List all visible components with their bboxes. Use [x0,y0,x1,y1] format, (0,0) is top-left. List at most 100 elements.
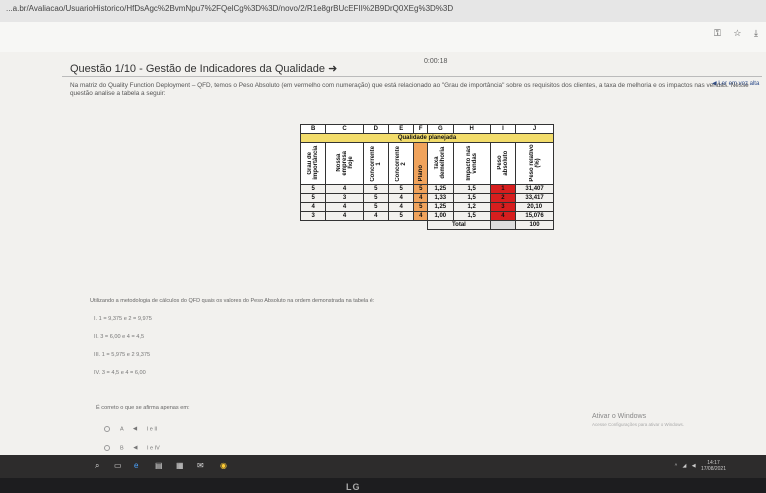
table-cell: 5 [362,201,390,212]
table-cell: 4 [362,210,390,221]
table-row: 4 4 5 4 5 1,25 1,2 3 20,10 [299,201,554,212]
column-letter: G [427,124,454,134]
chrome-icon[interactable]: ◉ [220,461,227,470]
table-cell: 4 [325,183,364,194]
column-letter: F [413,124,429,134]
star-icon[interactable]: ☆ [733,28,741,38]
folder-icon[interactable]: ▤ [155,461,163,470]
table-cell: 4 [325,201,364,212]
table-cell: 1,2 [452,201,491,212]
table-cell: 5 [387,183,415,194]
system-tray[interactable]: ^ ◢ ◀ 14:17 17/08/2021 [675,460,726,472]
column-letters-row: B C D E F G H I J [299,124,554,134]
statement-iii: III. 1 = 5,975 e 2 9,375 [94,352,151,358]
table-cell: 5 [299,183,327,194]
table-cell: 1,25 [427,201,454,212]
answer-letter: A [120,426,124,433]
edge-icon[interactable]: e [134,461,138,470]
table-cell: 5 [413,183,429,194]
search-icon[interactable]: ⌕ [95,461,99,471]
windows-activation-subtitle: Acesse Configurações para ativar o Windo… [592,422,685,427]
clock-date: 17/08/2021 [700,466,726,472]
table-cell: 15,076 [515,210,554,221]
address-bar[interactable]: ...a.br/Avaliacao/UsuarioHistorico/HfDsA… [0,0,766,23]
column-letter: C [325,124,364,134]
clock[interactable]: 14:17 17/08/2021 [701,460,726,472]
divider [62,76,762,77]
table-cell: 5 [299,192,327,203]
chevron-up-icon[interactable]: ^ [675,463,677,469]
timer: 0:00:18 [424,58,448,65]
question-paragraph: Na matriz do Quality Function Deployment… [70,82,749,97]
total-row: Total 100 [301,219,554,230]
statement-i: I. 1 = 9,375 e 2 = 9,975 [94,316,152,322]
answer-letter: B [120,445,124,452]
column-letter: E [387,124,415,134]
arrow-right-icon[interactable]: ➜ [328,63,337,75]
table-cell: 1,00 [427,210,454,221]
table-row: 5 4 5 5 5 1,25 1,5 1 31,407 [299,183,554,194]
table-row: 3 4 4 5 4 1,00 1,5 4 15,076 [299,210,554,221]
taskbar: ⌕ ▭ e ▤ ▦ ✉ ◉ ^ ◢ ◀ 14:17 17/08/2021 [0,455,766,478]
column-header: Plano [413,142,429,185]
column-letter: I [489,124,517,134]
screen: ...a.br/Avaliacao/UsuarioHistorico/HfDsA… [0,0,766,478]
download-icon[interactable]: ⤓ [754,28,758,38]
table-cell: 4 [413,210,429,221]
table-cell: 31,407 [515,183,554,194]
table-cell: 4 [299,201,327,212]
table-row: 5 3 5 4 4 1,33 1,5 2 33,417 [299,192,554,203]
statement-ii: II. 3 = 6,00 e 4 = 4,5 [94,334,145,340]
column-letter: H [452,124,491,134]
column-header: Concorrente 1 [362,142,390,185]
column-letter: D [362,124,390,134]
column-header: Peso absoluto [489,142,517,185]
table-cell: 1,33 [427,192,454,203]
column-letter: J [515,124,554,134]
table-cell: 5 [362,192,390,203]
table-cell: 20,10 [515,201,554,212]
table-cell: 4 [489,210,517,221]
browser-toolbar-icons: ⚿ ☆ ⤓ [704,28,758,39]
table-cell: 5 [413,201,429,212]
speaker-icon[interactable]: ◀ [133,426,137,432]
column-headers-row: Grau de importância Nossa empresa hoje C… [299,142,554,185]
table-cell: 5 [362,183,390,194]
column-header: Nossa empresa hoje [325,142,364,185]
url-text[interactable]: ...a.br/Avaliacao/UsuarioHistorico/HfDsA… [6,4,453,13]
column-header: Taxa demelhoria [427,142,454,185]
table-cell: 1,5 [452,183,491,194]
column-header: Peso relativo (%) [515,142,554,185]
column-header: Grau de importância [299,142,327,185]
table-cell: 3 [489,201,517,212]
table-cell: 3 [325,192,364,203]
answer-text: I e II [146,426,158,433]
store-icon[interactable]: ▦ [176,461,184,470]
answer-option-a[interactable]: A ◀ I e II [104,426,157,432]
question-title: Questão 1/10 - Gestão de Indicadores da … [70,62,337,75]
table-cell: 4 [325,210,364,221]
question-title-text: Questão 1/10 - Gestão de Indicadores da … [70,63,326,75]
table-cell: 33,417 [515,192,554,203]
table-cell: 3 [299,210,327,221]
answer-option-b[interactable]: B ◀ I e IV [104,445,160,451]
page-header [0,22,766,52]
network-icon[interactable]: ◢ [682,463,686,469]
table-cell: 4 [413,192,429,203]
radio-button[interactable] [104,445,110,451]
total-label: Total [427,219,491,230]
table-cell: 4 [387,201,415,212]
radio-button[interactable] [104,426,110,432]
statement-iv: IV. 3 = 4,5 e 4 = 6,00 [94,370,146,376]
qfd-table: B C D E F G H I J Qualidade planejada Gr… [299,124,554,230]
column-header: Concorrente 2 [387,142,415,185]
table-cell: 1,25 [427,183,454,194]
table-cell: 1 [489,183,517,194]
total-value: 100 [515,219,554,230]
speaker-icon[interactable]: ◀ [133,445,137,451]
mail-icon[interactable]: ✉ [197,461,204,470]
task-view-icon[interactable]: ▭ [114,461,122,470]
volume-icon[interactable]: ◀ [692,463,696,469]
key-icon[interactable]: ⚿ [714,28,721,38]
monitor-brand-logo: LG [346,482,361,492]
